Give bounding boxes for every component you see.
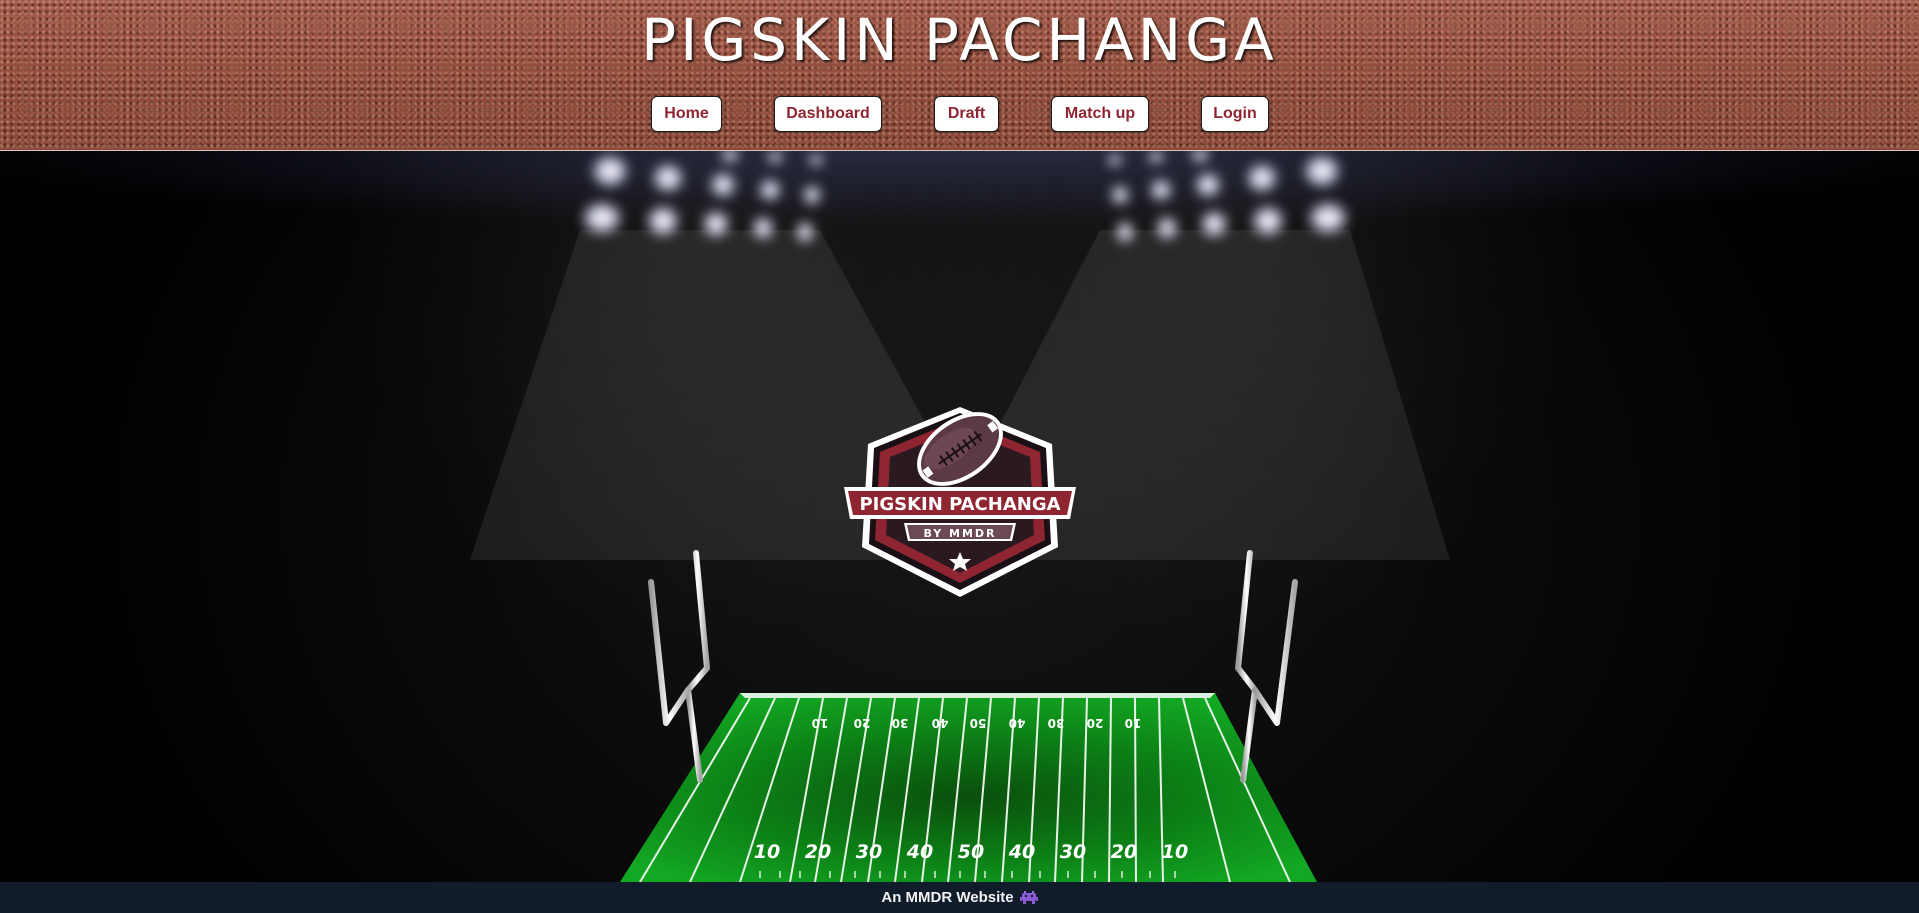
yard-number-top: 20 [1087, 716, 1104, 730]
bottom-yard-numbers: 10 20 30 40 50 40 30 20 10 [754, 841, 1188, 863]
yard-number-bottom: 30 [1060, 841, 1086, 863]
yard-number-top: 10 [812, 716, 829, 730]
yard-number-top: 30 [1048, 716, 1065, 730]
goalpost-right [1235, 550, 1298, 783]
nav-draft-button[interactable]: Draft [934, 96, 999, 132]
yard-number-top: 50 [970, 716, 987, 730]
nav-matchup-button[interactable]: Match up [1051, 96, 1149, 132]
site-title: PIGSKIN PACHANGA [641, 6, 1278, 74]
yard-number-top: 40 [1009, 716, 1026, 730]
yard-number-bottom: 50 [958, 841, 984, 863]
yard-number-bottom: 20 [1111, 841, 1137, 863]
alien-monster-icon [1019, 890, 1038, 905]
yard-number-top: 30 [892, 716, 909, 730]
yard-number-top: 40 [932, 716, 949, 730]
site-footer: An MMDR Website [0, 882, 1919, 913]
yard-number-bottom: 20 [805, 841, 831, 863]
top-yard-numbers: 10 20 30 40 50 40 30 20 10 [812, 716, 1142, 730]
yard-number-top: 10 [1125, 716, 1142, 730]
main-nav: Home Dashboard Draft Match up Login [0, 96, 1919, 134]
yard-number-bottom: 30 [856, 841, 882, 863]
yard-number-bottom: 40 [906, 841, 933, 863]
yard-number-bottom: 10 [1162, 841, 1188, 863]
logo-title-text: PIGSKIN PACHANGA [859, 494, 1060, 515]
logo-subtitle-text: BY MMDR [923, 527, 996, 540]
yard-number-top: 20 [854, 716, 871, 730]
nav-dashboard-button[interactable]: Dashboard [774, 96, 882, 132]
football-field: 10 20 30 40 50 40 30 20 10 10 20 30 40 5… [620, 693, 1317, 882]
nav-login-button[interactable]: Login [1201, 96, 1269, 132]
footer-text: An MMDR Website [881, 889, 1014, 906]
yard-number-bottom: 10 [754, 841, 780, 863]
yard-number-bottom: 40 [1008, 841, 1035, 863]
nav-home-button[interactable]: Home [651, 96, 722, 132]
hero-stadium: 10 20 30 40 50 40 30 20 10 10 20 30 40 5… [0, 151, 1919, 882]
goalpost-left [648, 550, 710, 783]
pigskin-pachanga-logo: PIGSKIN PACHANGA BY MMDR [842, 399, 1078, 599]
site-header: PIGSKIN PACHANGA Home Dashboard Draft Ma… [0, 0, 1919, 151]
